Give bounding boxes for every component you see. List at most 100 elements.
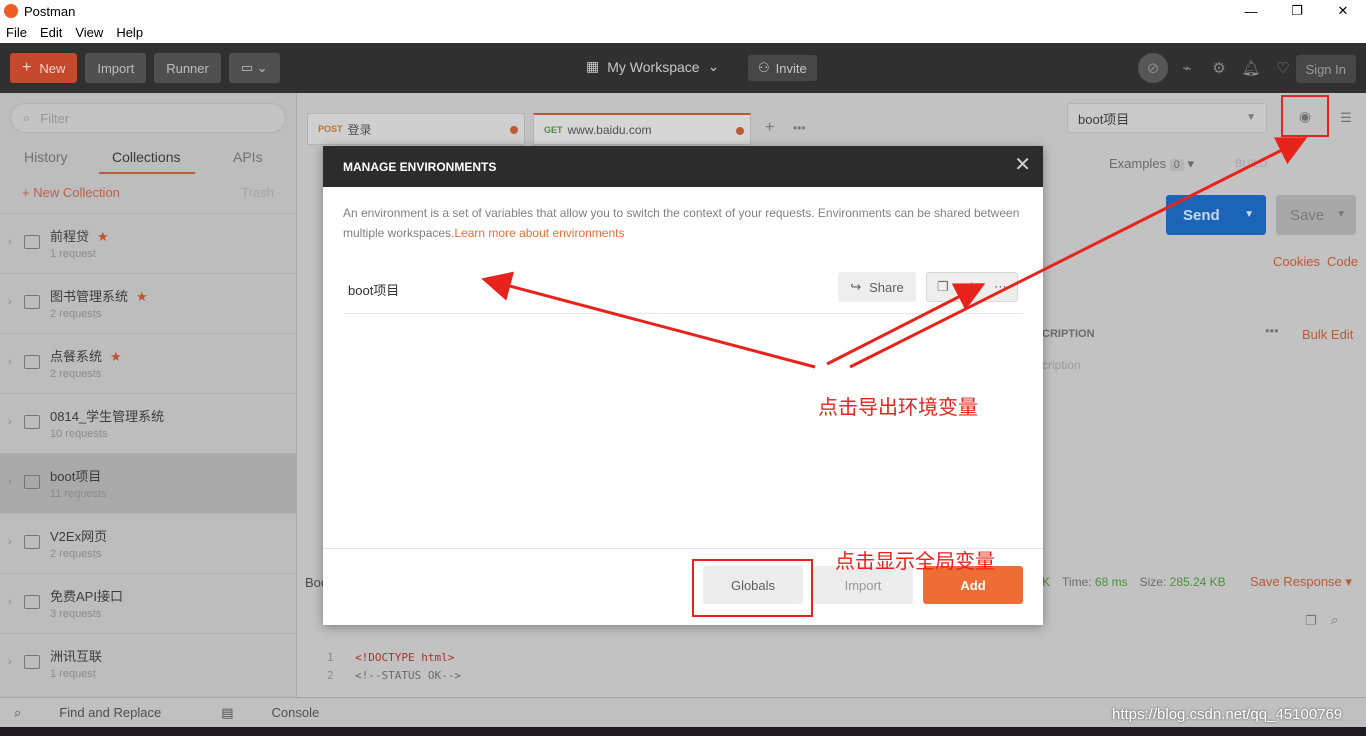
environment-row[interactable]: boot项目 ↪ Share ❐ ⤓ ⋯: [343, 264, 1023, 314]
invite-button[interactable]: ⚇ Invite: [748, 55, 817, 81]
collection-item[interactable]: › 0814_学生管理系统 10 requests: [0, 393, 297, 453]
more-options-icon[interactable]: ⋯: [994, 279, 1007, 295]
collection-item[interactable]: › 洲讯互联 1 request: [0, 633, 297, 693]
collection-item[interactable]: › boot项目 11 requests: [0, 453, 297, 513]
method-badge: GET: [544, 124, 563, 135]
import-button[interactable]: Import: [85, 53, 147, 83]
satellite-icon[interactable]: ⌁: [1174, 53, 1200, 83]
new-collection-button[interactable]: + New Collection: [22, 185, 120, 200]
user-plus-icon: ⚇: [758, 60, 770, 75]
minimize-button[interactable]: —: [1228, 0, 1274, 22]
modal-header: MANAGE ENVIRONMENTS: [323, 146, 1043, 187]
tab-collections[interactable]: Collections: [112, 149, 180, 165]
collection-count: 1 request: [50, 248, 96, 260]
learn-more-link[interactable]: Learn more about environments: [454, 226, 624, 240]
examples-count: 0: [1169, 159, 1184, 171]
description-text: An environment is a set of variables tha…: [343, 206, 1020, 240]
menu-file[interactable]: File: [6, 25, 27, 40]
bulk-edit-link[interactable]: Bulk Edit: [1302, 327, 1353, 342]
size-value: 285.24 KB: [1169, 575, 1226, 589]
duplicate-icon[interactable]: ❐: [937, 279, 949, 295]
chevron-right-icon[interactable]: ›: [8, 356, 12, 368]
collection-item[interactable]: › V2Ex网页 2 requests: [0, 513, 297, 573]
bell-icon[interactable]: 🔔︎: [1238, 53, 1264, 83]
grid-icon: ▦: [586, 58, 600, 74]
environment-name[interactable]: boot项目: [348, 280, 399, 299]
trash-link[interactable]: Trash: [241, 185, 274, 200]
collection-item[interactable]: › 点餐系统 ★ 2 requests: [0, 333, 297, 393]
chevron-right-icon[interactable]: ›: [8, 296, 12, 308]
menu-edit[interactable]: Edit: [40, 25, 62, 40]
star-icon[interactable]: ★: [110, 349, 122, 364]
cookies-link[interactable]: Cookies: [1273, 254, 1320, 269]
find-replace-button[interactable]: ⌕ Find and Replace: [14, 705, 191, 721]
request-tab[interactable]: GET www.baidu.com: [533, 113, 751, 145]
copy-icon[interactable]: ❐: [1305, 613, 1317, 629]
collection-count: 10 requests: [50, 428, 108, 440]
collection-name: 免费API接口: [50, 589, 123, 604]
line-number: 2: [327, 669, 334, 682]
caret-down-icon[interactable]: ▼: [1336, 209, 1346, 220]
maximize-button[interactable]: ❐: [1274, 0, 1320, 22]
star-icon[interactable]: ★: [97, 229, 109, 244]
console-button[interactable]: ▤ Console: [221, 705, 349, 721]
collection-count: 2 requests: [50, 548, 102, 560]
new-window-button[interactable]: ▭ ⌄: [228, 53, 280, 83]
collection-count: 1 request: [50, 668, 96, 680]
code-link[interactable]: Code: [1327, 254, 1358, 269]
modal-description: An environment is a set of variables tha…: [343, 203, 1023, 243]
send-button[interactable]: Send ▼: [1166, 195, 1266, 235]
sign-in-button[interactable]: Sign In: [1295, 55, 1356, 83]
runner-button[interactable]: Runner: [154, 53, 221, 83]
chevron-right-icon[interactable]: ›: [8, 416, 12, 428]
new-button-label: New: [39, 60, 66, 76]
add-tab-icon[interactable]: +: [765, 119, 774, 137]
close-icon[interactable]: ✕: [1014, 155, 1031, 175]
environment-select[interactable]: boot项目 ▼: [1067, 103, 1267, 133]
tab-history[interactable]: History: [24, 149, 68, 165]
gear-icon[interactable]: ⚙: [1206, 53, 1232, 83]
folder-icon: [24, 415, 40, 429]
tab-apis[interactable]: APIs: [233, 149, 263, 165]
heart-icon[interactable]: ♡: [1270, 53, 1296, 83]
chevron-right-icon[interactable]: ›: [8, 656, 12, 668]
filter-placeholder: Filter: [40, 110, 70, 126]
sync-off-icon[interactable]: ⊘: [1138, 53, 1168, 83]
download-icon[interactable]: ⤓: [968, 279, 974, 295]
more-options-icon[interactable]: •••: [1265, 323, 1279, 338]
collection-item[interactable]: › 前程贷 ★ 1 request: [0, 213, 297, 273]
more-tabs-icon[interactable]: •••: [793, 121, 806, 135]
description-column-header: CRIPTION: [1042, 328, 1095, 340]
globals-button[interactable]: Globals: [703, 566, 803, 604]
share-button[interactable]: ↪ Share: [838, 272, 916, 302]
folder-icon: [24, 475, 40, 489]
chevron-right-icon[interactable]: ›: [8, 236, 12, 248]
toolbar-icons: ⊘ ⌁ ⚙ 🔔︎ ♡: [1138, 53, 1296, 83]
new-button[interactable]: + New: [10, 53, 78, 83]
chevron-right-icon[interactable]: ›: [8, 476, 12, 488]
filter-input[interactable]: ⌕ Filter: [10, 103, 286, 133]
collection-item[interactable]: › 免费API接口 3 requests: [0, 573, 297, 633]
examples-dropdown[interactable]: Examples 0 ▾: [1109, 156, 1194, 172]
star-icon[interactable]: ★: [136, 289, 148, 304]
sidebar-tabs: History Collections APIs: [0, 143, 297, 174]
collection-item[interactable]: › 图书管理系统 ★ 2 requests: [0, 273, 297, 333]
workspace-switcher[interactable]: ▦ My Workspace ⌄: [586, 58, 719, 75]
chevron-right-icon[interactable]: ›: [8, 536, 12, 548]
menu-view[interactable]: View: [75, 25, 103, 40]
search-icon[interactable]: ⌕: [1331, 612, 1338, 628]
environment-quick-look-button[interactable]: ◉: [1281, 95, 1329, 137]
menu-help[interactable]: Help: [116, 25, 143, 40]
request-tab[interactable]: POST 登录: [307, 113, 525, 145]
save-button[interactable]: Save ▼: [1276, 195, 1356, 235]
close-window-button[interactable]: ✕: [1320, 0, 1366, 22]
save-response-button[interactable]: Save Response ▾: [1250, 574, 1352, 590]
send-label: Send: [1183, 206, 1220, 224]
manage-environments-button[interactable]: ☰: [1333, 105, 1359, 131]
chevron-right-icon[interactable]: ›: [8, 596, 12, 608]
caret-down-icon: ▼: [1246, 112, 1256, 123]
globals-annotation: 点击显示全局变量: [835, 551, 995, 573]
method-badge: POST: [318, 124, 343, 134]
console-label: Console: [271, 705, 320, 720]
caret-down-icon[interactable]: ▼: [1244, 209, 1254, 220]
